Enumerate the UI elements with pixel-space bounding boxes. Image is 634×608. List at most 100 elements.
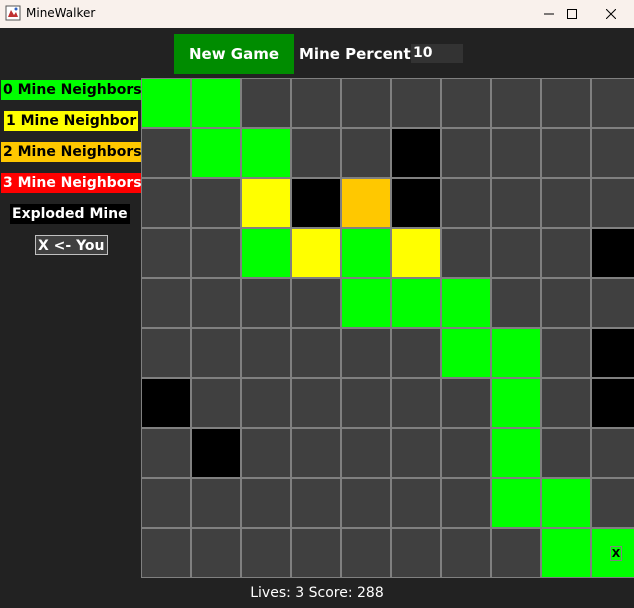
board-cell-zero-neighbors[interactable]: [492, 379, 540, 427]
board-cell-unrevealed[interactable]: [492, 179, 540, 227]
board-cell-unrevealed[interactable]: [192, 329, 240, 377]
board-cell-unrevealed[interactable]: [342, 479, 390, 527]
board-cell-unrevealed[interactable]: [292, 479, 340, 527]
board-cell-zero-neighbors[interactable]: [442, 329, 490, 377]
board-cell-unrevealed[interactable]: [142, 229, 190, 277]
board-cell-unrevealed[interactable]: [292, 79, 340, 127]
board-cell-unrevealed[interactable]: [192, 229, 240, 277]
board-cell-unrevealed[interactable]: [592, 179, 634, 227]
board-cell-unrevealed[interactable]: [242, 279, 290, 327]
board-cell-unrevealed[interactable]: [242, 79, 290, 127]
board-cell-unrevealed[interactable]: [392, 329, 440, 377]
board-cell-unrevealed[interactable]: [542, 229, 590, 277]
board-cell-unrevealed[interactable]: [492, 229, 540, 277]
board-cell-unrevealed[interactable]: [542, 279, 590, 327]
board-cell-unrevealed[interactable]: [242, 329, 290, 377]
board-cell-unrevealed[interactable]: [392, 79, 440, 127]
board-cell-unrevealed[interactable]: [292, 279, 340, 327]
board-cell-unrevealed[interactable]: [192, 279, 240, 327]
board-cell-zero-neighbors[interactable]: [242, 129, 290, 177]
board-cell-unrevealed[interactable]: [542, 79, 590, 127]
board-cell-exploded-mine[interactable]: [392, 129, 440, 177]
board-cell-unrevealed[interactable]: [492, 129, 540, 177]
board-cell-unrevealed[interactable]: [442, 429, 490, 477]
board-cell-unrevealed[interactable]: [342, 379, 390, 427]
board-cell-unrevealed[interactable]: [592, 429, 634, 477]
board-cell-unrevealed[interactable]: [242, 479, 290, 527]
board-cell-zero-neighbors[interactable]: [342, 229, 390, 277]
board-cell-one-neighbor[interactable]: [292, 229, 340, 277]
board-cell-zero-neighbors[interactable]: [192, 79, 240, 127]
board-cell-unrevealed[interactable]: [542, 379, 590, 427]
board-cell-exploded-mine[interactable]: [592, 229, 634, 277]
board-cell-unrevealed[interactable]: [392, 429, 440, 477]
board-cell-unrevealed[interactable]: [192, 479, 240, 527]
board-cell-zero-neighbors[interactable]: [392, 279, 440, 327]
board-cell-unrevealed[interactable]: [192, 529, 240, 577]
board-cell-unrevealed[interactable]: [242, 379, 290, 427]
board-cell-exploded-mine[interactable]: [592, 379, 634, 427]
board-cell-unrevealed[interactable]: [542, 329, 590, 377]
board-cell-unrevealed[interactable]: [142, 329, 190, 377]
board-cell-unrevealed[interactable]: [342, 429, 390, 477]
board-cell-unrevealed[interactable]: [442, 479, 490, 527]
board-cell-unrevealed[interactable]: [592, 79, 634, 127]
board-cell-exploded-mine[interactable]: [392, 179, 440, 227]
board-cell-unrevealed[interactable]: [242, 429, 290, 477]
board-cell-zero-neighbors[interactable]: [142, 79, 190, 127]
board-cell-unrevealed[interactable]: [342, 329, 390, 377]
board-cell-unrevealed[interactable]: [242, 529, 290, 577]
board-cell-unrevealed[interactable]: [592, 129, 634, 177]
board-cell-unrevealed[interactable]: [142, 529, 190, 577]
board-cell-unrevealed[interactable]: [542, 179, 590, 227]
board-cell-unrevealed[interactable]: [392, 479, 440, 527]
board-cell-zero-neighbors[interactable]: [542, 479, 590, 527]
board-cell-unrevealed[interactable]: [392, 379, 440, 427]
board-cell-unrevealed[interactable]: [292, 329, 340, 377]
board-cell-unrevealed[interactable]: [492, 279, 540, 327]
close-button[interactable]: [588, 0, 634, 28]
board-cell-unrevealed[interactable]: [442, 79, 490, 127]
board-cell-zero-neighbors[interactable]: [242, 229, 290, 277]
board-cell-zero-neighbors[interactable]: [492, 429, 540, 477]
board-cell-unrevealed[interactable]: [342, 129, 390, 177]
board-cell-one-neighbor[interactable]: [392, 229, 440, 277]
board-cell-unrevealed[interactable]: [442, 229, 490, 277]
board-cell-unrevealed[interactable]: [542, 429, 590, 477]
board-cell-unrevealed[interactable]: [592, 279, 634, 327]
board-cell-unrevealed[interactable]: [292, 129, 340, 177]
board-cell-unrevealed[interactable]: [292, 429, 340, 477]
board-cell-unrevealed[interactable]: [392, 529, 440, 577]
board-cell-zero-neighbors[interactable]: X: [592, 529, 634, 577]
board-cell-zero-neighbors[interactable]: [492, 479, 540, 527]
board-cell-two-neighbors[interactable]: [342, 179, 390, 227]
board-cell-unrevealed[interactable]: [442, 179, 490, 227]
board-cell-exploded-mine[interactable]: [192, 429, 240, 477]
board-cell-unrevealed[interactable]: [442, 129, 490, 177]
board-cell-unrevealed[interactable]: [142, 479, 190, 527]
board-cell-unrevealed[interactable]: [342, 529, 390, 577]
board-cell-zero-neighbors[interactable]: [542, 529, 590, 577]
board-cell-unrevealed[interactable]: [142, 179, 190, 227]
board-cell-unrevealed[interactable]: [592, 479, 634, 527]
board-cell-zero-neighbors[interactable]: [192, 129, 240, 177]
board-cell-unrevealed[interactable]: [192, 379, 240, 427]
board-cell-unrevealed[interactable]: [442, 529, 490, 577]
board-cell-unrevealed[interactable]: [142, 279, 190, 327]
board-cell-exploded-mine[interactable]: [292, 179, 340, 227]
board-cell-unrevealed[interactable]: [192, 179, 240, 227]
board-cell-unrevealed[interactable]: [492, 79, 540, 127]
mine-percent-input[interactable]: [411, 44, 463, 63]
board-cell-zero-neighbors[interactable]: [342, 279, 390, 327]
board-cell-zero-neighbors[interactable]: [492, 329, 540, 377]
board-cell-unrevealed[interactable]: [342, 79, 390, 127]
board-cell-unrevealed[interactable]: [292, 379, 340, 427]
board-cell-exploded-mine[interactable]: [142, 379, 190, 427]
board-cell-unrevealed[interactable]: [542, 129, 590, 177]
board-cell-exploded-mine[interactable]: [592, 329, 634, 377]
board-cell-unrevealed[interactable]: [142, 429, 190, 477]
board-cell-unrevealed[interactable]: [442, 379, 490, 427]
board-cell-one-neighbor[interactable]: [242, 179, 290, 227]
board-cell-zero-neighbors[interactable]: [442, 279, 490, 327]
board-cell-unrevealed[interactable]: [492, 529, 540, 577]
